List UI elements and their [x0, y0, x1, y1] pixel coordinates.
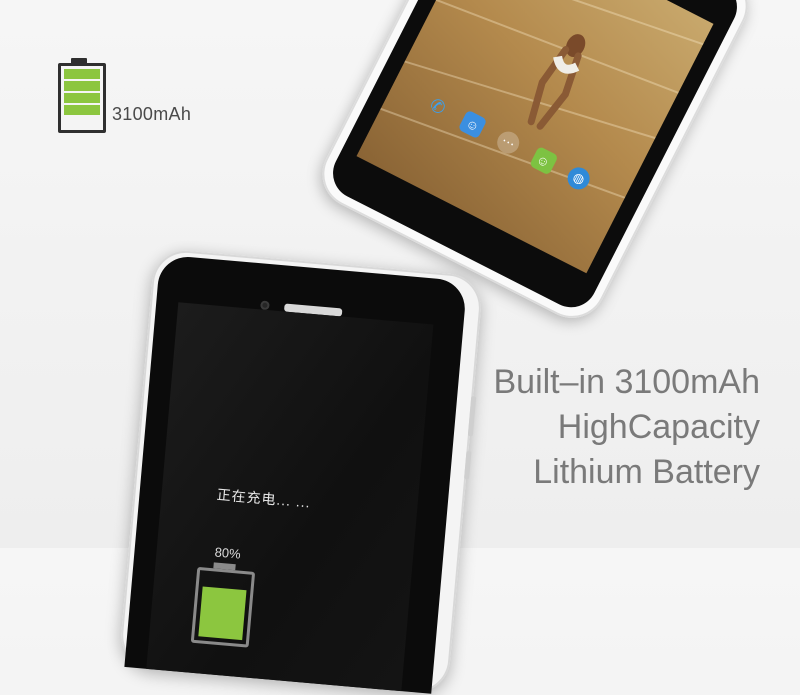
charging-percent: 80%: [214, 544, 242, 562]
app-drawer-icon[interactable]: ⋯: [493, 127, 523, 158]
battery-segment: [64, 81, 100, 91]
messaging-icon[interactable]: ☺: [528, 145, 559, 176]
headline-line-1: Built–in 3100mAh: [493, 363, 760, 401]
tablet-bottom-bezel: 正在充电... ... 80%: [124, 254, 468, 694]
contacts-icon[interactable]: ☺: [458, 109, 488, 140]
tablet-bottom: 正在充电... ... 80%: [118, 248, 484, 695]
headline: Built–in 3100mAh HighCapacity Lithium Ba…: [430, 360, 760, 495]
headline-line-3: Lithium Battery: [533, 453, 760, 491]
charging-battery-fill: [198, 586, 247, 641]
headline-line-2: HighCapacity: [557, 408, 760, 446]
capacity-label: 3100mAh: [112, 104, 192, 124]
battery-segment: [64, 93, 100, 103]
browser-icon[interactable]: ◍: [563, 163, 594, 194]
tablet-bottom-screen: 正在充电... ... 80%: [146, 302, 434, 692]
phone-icon[interactable]: ✆: [423, 92, 453, 122]
charging-status-text: 正在充电... ...: [216, 486, 312, 511]
battery-segment: [64, 105, 100, 115]
charging-battery-icon: [190, 566, 256, 648]
tablet-top-screen: ✆ ☺ ⋯ ☺ ◍: [356, 0, 714, 274]
battery-icon: [58, 58, 106, 133]
battery-segment: [64, 69, 100, 79]
battery-body: [58, 63, 106, 133]
